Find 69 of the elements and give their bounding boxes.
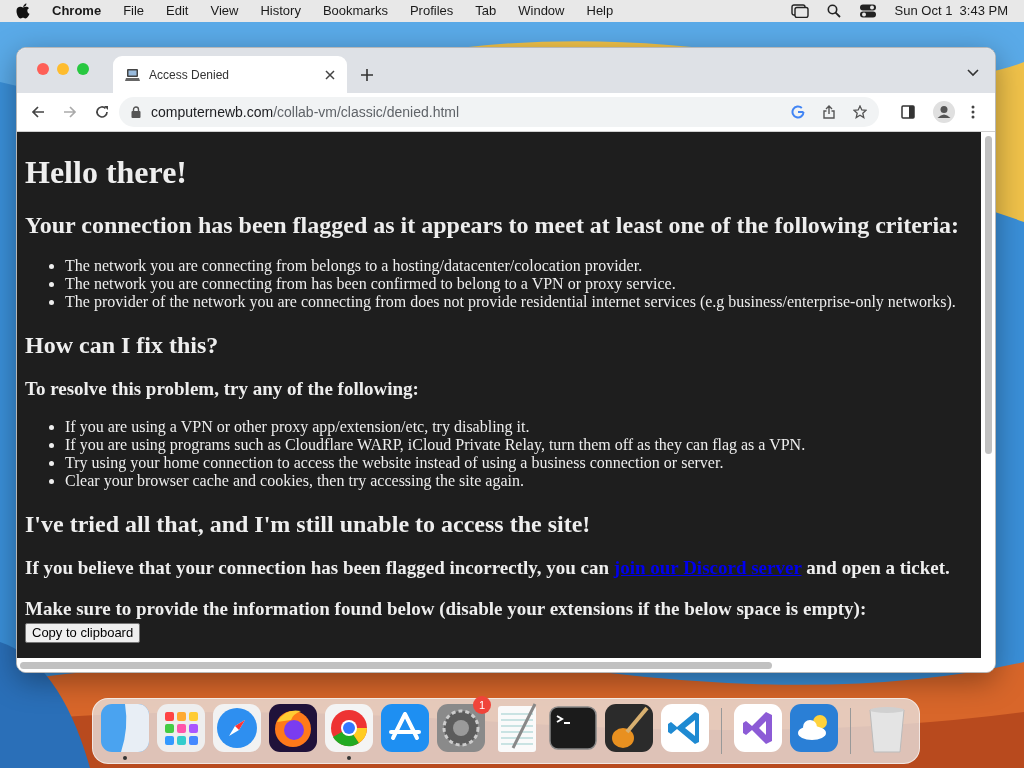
- list-item-text: Clear your browser cache and cookies, then try accessing the site again.: [65, 472, 524, 490]
- toggles-icon[interactable]: [858, 4, 877, 18]
- page-title: Hello there!: [25, 153, 188, 191]
- section-heading: How can I fix this?: [25, 331, 220, 359]
- menu-item[interactable]: File: [123, 1, 145, 21]
- subheading: To resolve this problem, try any of the following:: [25, 378, 420, 400]
- tab-title: Access Denied: [149, 66, 230, 84]
- menu-item[interactable]: Help: [586, 1, 614, 21]
- menu-icon[interactable]: [971, 105, 975, 119]
- lock-icon: [131, 106, 141, 118]
- vertical-scrollbar[interactable]: [981, 132, 995, 658]
- info-instruction: Make sure to provide the information found below (disable your extensions if the below space is empty):: [25, 598, 868, 620]
- horizontal-scrollbar[interactable]: [17, 658, 995, 672]
- windows-icon[interactable]: [790, 4, 809, 18]
- infinity-logo-icon[interactable]: [732, 702, 784, 754]
- share-icon[interactable]: [823, 105, 835, 119]
- finder-icon[interactable]: [99, 702, 151, 754]
- chrome-icon[interactable]: [323, 702, 375, 754]
- menu-clock[interactable]: Sun Oct 1 3:43 PM: [894, 1, 1008, 21]
- side-panel-icon[interactable]: [901, 105, 915, 119]
- menu-item[interactable]: Bookmarks: [322, 1, 388, 21]
- launchpad-icon[interactable]: [155, 702, 207, 754]
- search-icon[interactable]: [826, 4, 841, 18]
- bullet-icon: [49, 282, 54, 287]
- new-tab-icon[interactable]: [361, 69, 373, 81]
- url-text: computernewb.com/collab-vm/classic/denied.html: [151, 102, 460, 122]
- list-item-text: The network you are connecting from belongs to a hosting/datacenter/colocation provider.: [65, 257, 643, 275]
- close-window-button[interactable]: [37, 62, 49, 75]
- star-icon[interactable]: [853, 105, 867, 119]
- list-item-text: The provider of the network you are connecting from does not provide residential internet services (e.g business/enterprise-only networks).: [65, 293, 956, 311]
- computer-icon: [125, 66, 141, 83]
- bullet-icon: [49, 443, 54, 448]
- app-menu[interactable]: Chrome: [52, 1, 102, 21]
- forward-arrow-icon[interactable]: [63, 105, 77, 119]
- section-heading: I've tried all that, and I'm still unable to access the site!: [25, 510, 592, 538]
- back-arrow-icon[interactable]: [31, 105, 45, 119]
- weather-cloud-icon[interactable]: [788, 702, 840, 754]
- list-item-text: If you are using a VPN or other proxy app/extension/etc, try disabling it.: [65, 418, 530, 436]
- menu-item[interactable]: Profiles: [409, 1, 454, 21]
- bullet-icon: [49, 300, 54, 305]
- app-store-icon[interactable]: [379, 702, 431, 754]
- bullet-icon: [49, 479, 54, 484]
- menu-item[interactable]: View: [210, 1, 239, 21]
- bullet-icon: [49, 461, 54, 466]
- copy-button[interactable]: Copy to clipboard: [25, 623, 141, 643]
- gear-icon[interactable]: [435, 702, 487, 754]
- bullet-icon: [49, 264, 54, 269]
- address-bar[interactable]: computernewb.com/collab-vm/classic/denied.html: [119, 97, 879, 127]
- notification-badge: 1: [473, 696, 491, 714]
- browser-tab[interactable]: Access Denied: [113, 56, 347, 93]
- guitar-icon[interactable]: [603, 702, 655, 754]
- contact-paragraph: If you believe that your connection has been flagged incorrectly, you can join our Discord server and open a ticket.: [25, 557, 951, 579]
- list-item-text: The network you are connecting from has been confirmed to belong to a VPN or proxy service.: [65, 275, 676, 293]
- section-heading: Your connection has been flagged as it appears to meet at least one of the following criteria:: [25, 211, 961, 239]
- code-editor-icon[interactable]: [659, 702, 711, 754]
- close-icon[interactable]: [325, 69, 335, 80]
- reload-icon[interactable]: [95, 105, 109, 119]
- list-item-text: If you are using programs such as Cloudflare WARP, iCloud Private Relay, turn them off as they can flag as a VPN.: [65, 436, 806, 454]
- menu-item[interactable]: Tab: [475, 1, 497, 21]
- list-item-text: Try using your home connection to access the website instead of using a business connection or server.: [65, 454, 724, 472]
- menu-item[interactable]: Window: [518, 1, 565, 21]
- profile-avatar-icon[interactable]: [933, 101, 955, 123]
- menu-item[interactable]: Edit: [166, 1, 189, 21]
- menu-item[interactable]: History: [260, 1, 301, 21]
- fox-globe-icon[interactable]: [267, 702, 319, 754]
- chevron-down-icon[interactable]: [967, 69, 979, 77]
- google-icon[interactable]: [791, 105, 805, 119]
- bullet-icon: [49, 425, 54, 430]
- apple-logo-icon[interactable]: [16, 3, 30, 19]
